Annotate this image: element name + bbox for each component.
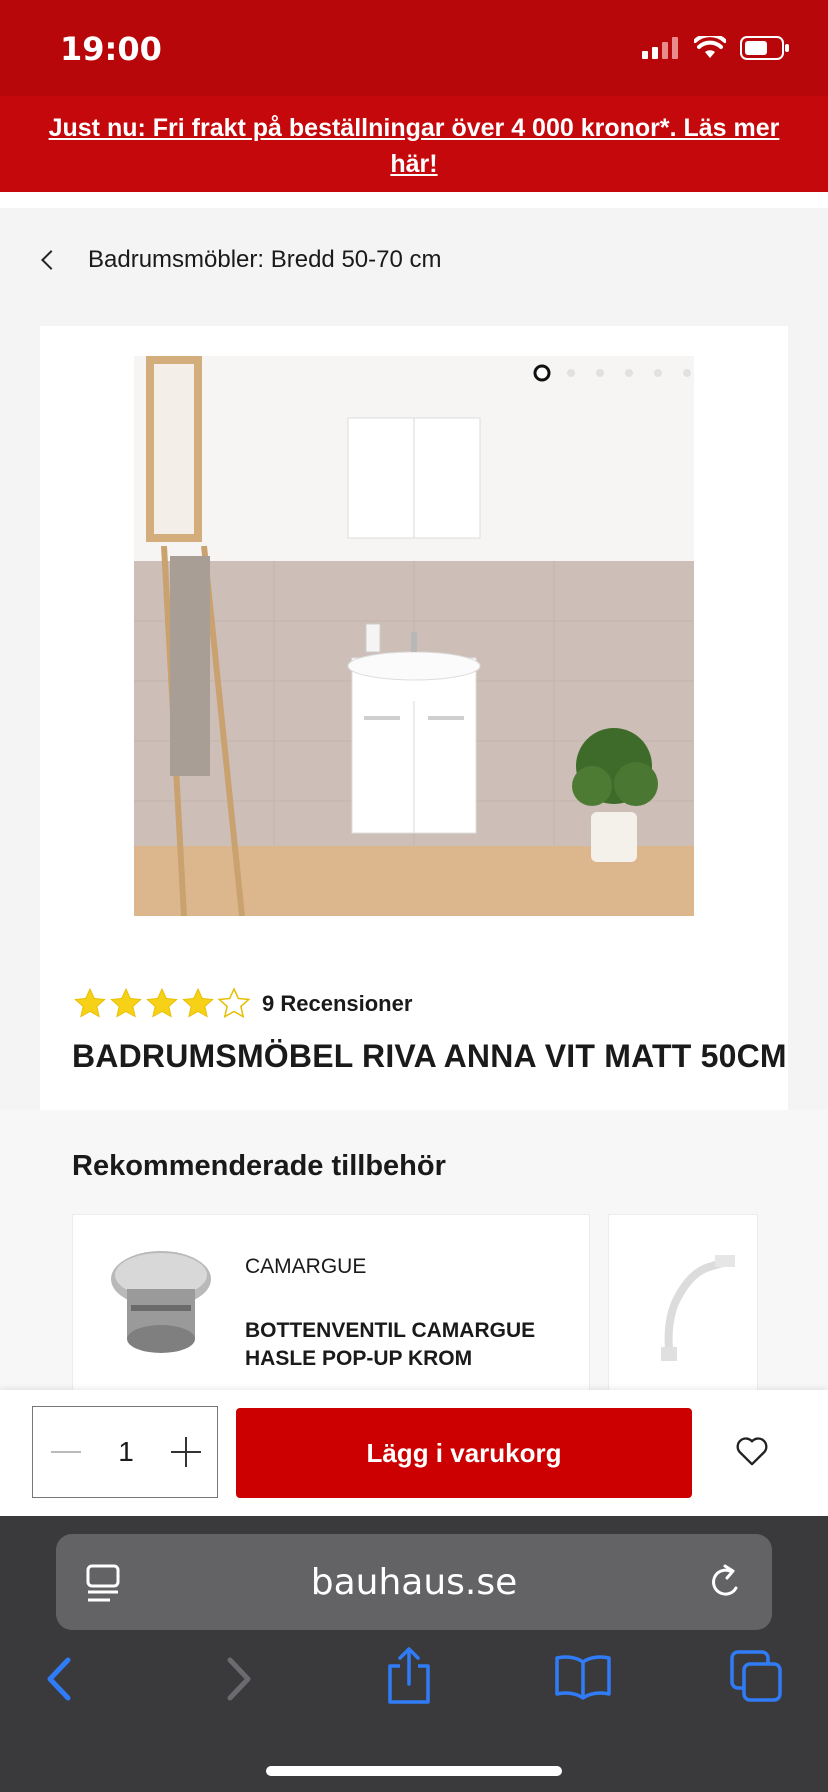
heart-icon[interactable] — [732, 1430, 772, 1470]
status-time: 19:00 — [60, 30, 162, 68]
signal-icon — [642, 37, 678, 59]
star-empty-icon — [217, 987, 251, 1019]
status-bar: 19:00 — [0, 0, 828, 96]
promo-banner[interactable]: Just nu: Fri frakt på beställningar över… — [0, 96, 828, 192]
accessory-brand: CAMARGUE — [245, 1255, 367, 1278]
recommended-section: Rekommenderade tillbehör CAMARGUE BOTTEN… — [0, 1110, 828, 1416]
star-filled-icon — [182, 987, 214, 1018]
forward-arrow-icon[interactable] — [218, 1654, 258, 1704]
browser-toolbar: bauhaus.se — [0, 1516, 828, 1792]
quantity-stepper[interactable]: 1 — [32, 1406, 218, 1498]
breadcrumb[interactable]: Badrumsmöbler: Bredd 50-70 cm — [40, 246, 441, 274]
home-indicator[interactable] — [266, 1766, 562, 1776]
battery-icon — [740, 36, 789, 60]
product-title: BADRUMSMÖBEL RIVA ANNA VIT MATT 50CM — [72, 1038, 787, 1074]
reload-icon[interactable] — [706, 1562, 744, 1602]
bathroom-cabinet-image — [134, 356, 694, 916]
star-filled-icon — [110, 987, 142, 1018]
url-text[interactable]: bauhaus.se — [56, 1562, 772, 1603]
breadcrumb-label[interactable]: Badrumsmöbler: Bredd 50-70 cm — [88, 246, 441, 274]
header-spacer — [0, 192, 828, 208]
star-filled-icon — [74, 987, 106, 1018]
promo-banner-text[interactable]: Just nu: Fri frakt på beställningar över… — [0, 96, 828, 182]
cart-bar: 1 Lägg i varukorg — [0, 1390, 828, 1516]
product-image[interactable] — [134, 356, 694, 916]
wifi-icon — [694, 36, 726, 58]
bookmarks-icon[interactable] — [554, 1654, 612, 1700]
accessory-card[interactable]: CAMARGUE BOTTENVENTIL CAMARGUE HASLE POP… — [72, 1214, 590, 1416]
back-arrow-icon[interactable] — [40, 1654, 80, 1704]
address-bar[interactable]: bauhaus.se — [56, 1534, 772, 1630]
status-icons — [642, 36, 790, 60]
chevron-left-icon[interactable] — [41, 250, 61, 270]
star-filled-icon — [146, 987, 178, 1018]
review-count[interactable]: 9 Recensioner — [262, 991, 412, 1017]
plus-icon-vertical[interactable] — [185, 1437, 187, 1467]
rating-stars[interactable]: 9 Recensioner — [72, 986, 412, 1022]
accessory-card[interactable] — [608, 1214, 758, 1416]
add-to-cart-button[interactable]: Lägg i varukorg — [236, 1408, 692, 1498]
recommended-heading: Rekommenderade tillbehör — [72, 1150, 446, 1182]
product-card: 9 Recensioner BADRUMSMÖBEL RIVA ANNA VIT… — [40, 326, 788, 1110]
accessory-name[interactable]: BOTTENVENTIL CAMARGUE HASLE POP-UP KROM — [245, 1317, 545, 1373]
share-icon[interactable] — [384, 1646, 434, 1706]
tabs-icon[interactable] — [728, 1648, 784, 1704]
drain-hose-image — [661, 1255, 735, 1361]
drain-valve-image — [111, 1251, 211, 1353]
